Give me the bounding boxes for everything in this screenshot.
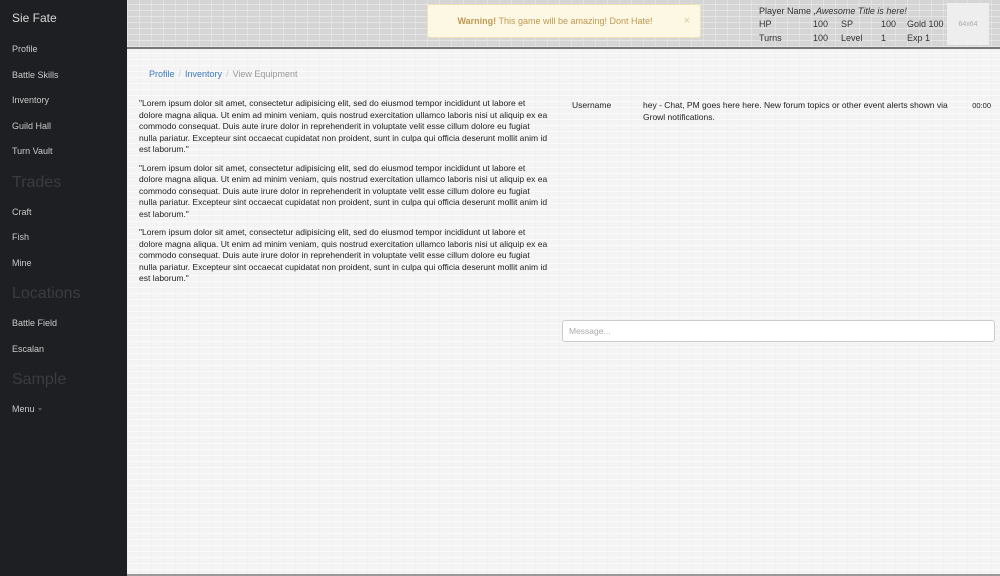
chat-message-row: Username hey - Chat, PM goes here here. … <box>572 100 992 123</box>
exp-label: Exp <box>907 33 923 43</box>
message-input[interactable] <box>562 320 995 342</box>
sidebar: Sie Fate Profile Battle Skills Inventory… <box>0 0 127 576</box>
sidebar-header-sample: Sample <box>12 371 67 388</box>
sidebar-item-profile[interactable]: Profile <box>0 37 127 63</box>
gold-value: 100 <box>928 19 944 29</box>
player-title: ,Awesome Title is here! <box>813 6 907 16</box>
hp-value: 100 <box>813 19 829 29</box>
sidebar-item-craft[interactable]: Craft <box>0 200 127 226</box>
caret-down-icon <box>37 408 42 412</box>
avatar: 64x64 <box>947 3 989 45</box>
sp-label: SP <box>841 19 854 29</box>
breadcrumb: Profile / Inventory / View Equipment <box>149 69 297 79</box>
sidebar-item-mine[interactable]: Mine <box>0 251 127 277</box>
player-name-row: Player Name ,Awesome Title is here! <box>759 5 949 17</box>
level-label: Level <box>841 33 863 43</box>
paragraph: "Lorem ipsum dolor sit amet, consectetur… <box>139 98 548 154</box>
turns-label: Turns <box>759 33 782 43</box>
alert-strong-text: Warning! <box>457 16 497 26</box>
turns-value: 100 <box>813 33 829 43</box>
close-icon[interactable]: × <box>684 5 690 37</box>
chat-timestamp: 00:00 <box>972 101 991 110</box>
paragraph: "Lorem ipsum dolor sit amet, consectetur… <box>139 162 548 219</box>
warning-alert: Warning! This game will be amazing! Dont… <box>427 4 701 38</box>
gold-label: Gold <box>907 19 927 29</box>
sidebar-item-guild-hall[interactable]: Guild Hall <box>0 114 127 140</box>
sidebar-header-locations: Locations <box>12 285 81 302</box>
sp-value: 100 <box>881 19 897 29</box>
sidebar-item-menu[interactable]: Menu <box>0 397 127 423</box>
sidebar-item-escalan[interactable]: Escalan <box>0 337 127 363</box>
content-text: "Lorem ipsum dolor sit amet, consectetur… <box>139 98 549 292</box>
sidebar-item-turn-vault[interactable]: Turn Vault <box>0 139 127 165</box>
breadcrumb-separator: / <box>178 69 182 79</box>
hp-label: HP <box>759 19 772 29</box>
chat-panel: Username hey - Chat, PM goes here here. … <box>572 100 992 123</box>
sidebar-item-fish[interactable]: Fish <box>0 225 127 251</box>
exp-value: 1 <box>925 33 931 43</box>
level-value: 1 <box>881 33 887 43</box>
sidebar-item-battle-field[interactable]: Battle Field <box>0 311 127 337</box>
chat-username[interactable]: Username <box>572 100 643 123</box>
breadcrumb-inventory[interactable]: Inventory <box>185 69 222 79</box>
stat-row-2: Turns 100 Level 1 Exp 1 <box>759 31 949 45</box>
sidebar-item-battle-skills[interactable]: Battle Skills <box>0 63 127 89</box>
brand-title[interactable]: Sie Fate <box>0 0 127 37</box>
sidebar-header-trades: Trades <box>12 173 62 191</box>
breadcrumb-current: View Equipment <box>232 69 298 79</box>
chat-message: hey - Chat, PM goes here here. New forum… <box>643 100 948 122</box>
player-stats-panel: Player Name ,Awesome Title is here! HP 1… <box>759 5 949 45</box>
main-content: Profile / Inventory / View Equipment "Lorem … <box>127 50 1000 576</box>
paragraph: "Lorem ipsum dolor sit amet, consectetur… <box>139 227 548 283</box>
menu-label: Menu <box>12 404 35 414</box>
player-name-label: Player Name <box>759 6 812 16</box>
sidebar-item-inventory[interactable]: Inventory <box>0 88 127 114</box>
breadcrumb-profile[interactable]: Profile <box>149 69 175 79</box>
alert-text: This game will be amazing! Dont Hate! <box>496 16 653 26</box>
stat-row-1: HP 100 SP 100 Gold 100 <box>759 17 949 31</box>
breadcrumb-separator: / <box>226 69 229 79</box>
top-bar: Warning! This game will be amazing! Dont… <box>127 0 1000 49</box>
